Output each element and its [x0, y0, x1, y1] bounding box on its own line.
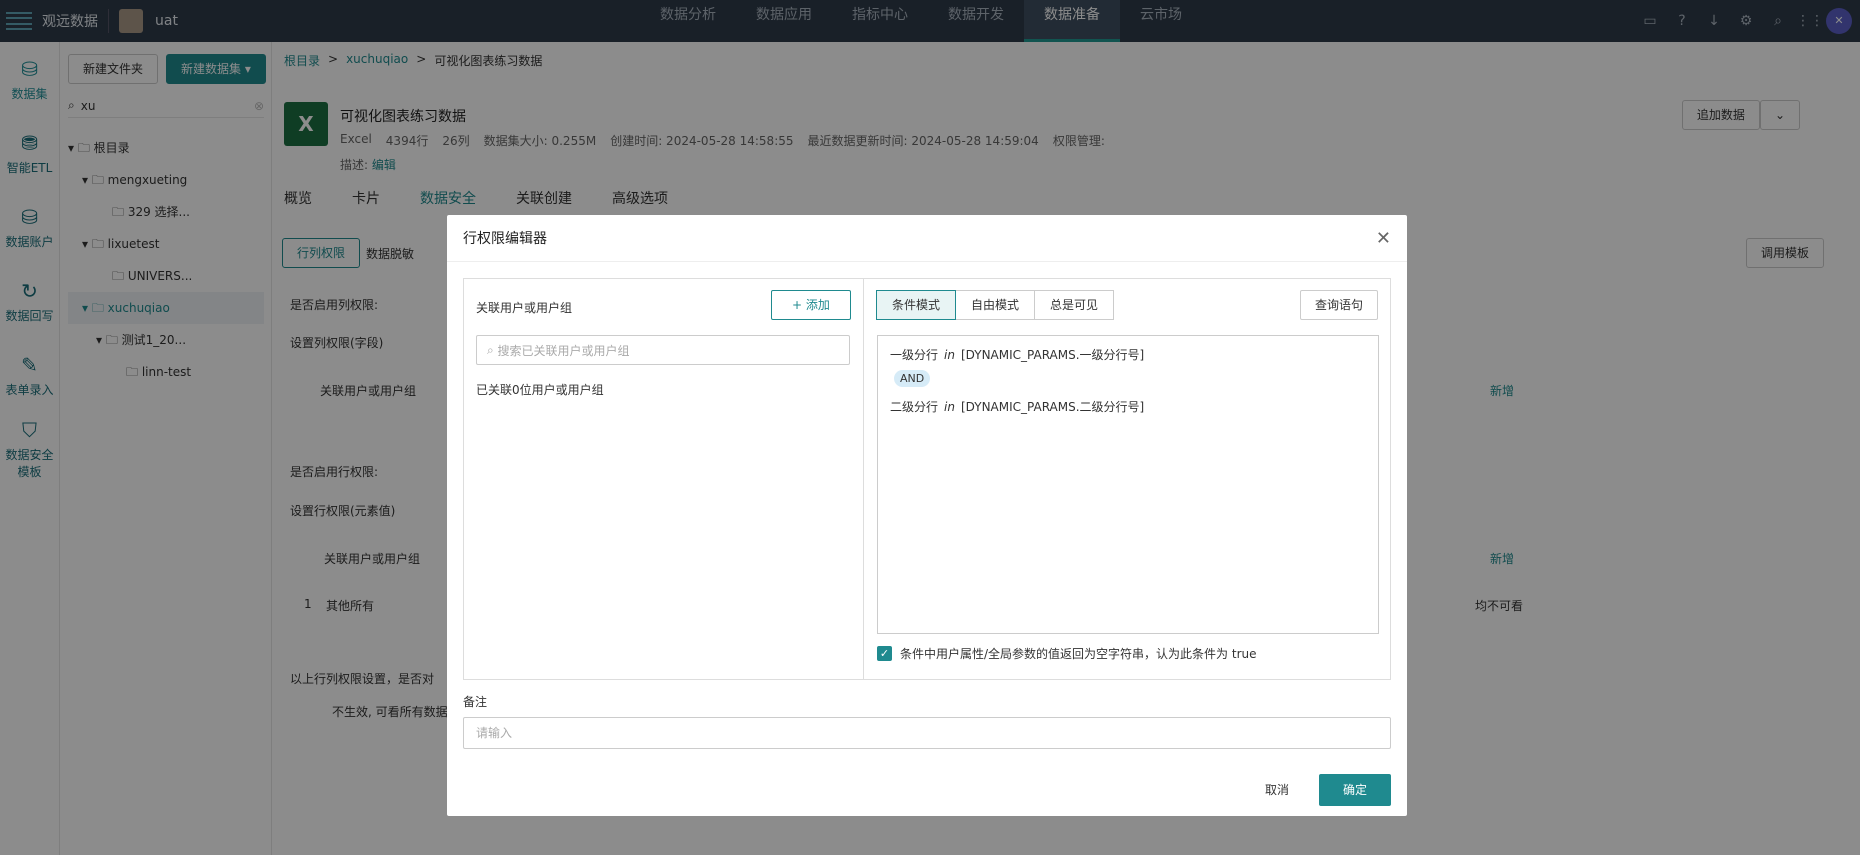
mode-always[interactable]: 总是可见 — [1034, 290, 1115, 320]
assoc-header: 关联用户或用户组 — [476, 301, 573, 315]
mode-switch: 条件模式 自由模式 总是可见 — [876, 290, 1115, 320]
mode-condition[interactable]: 条件模式 — [876, 290, 957, 320]
condition-row[interactable]: 二级分行 in [DYNAMIC_PARAMS.二级分行号] — [890, 398, 1144, 415]
mode-free[interactable]: 自由模式 — [955, 290, 1036, 320]
editor-pane: 关联用户或用户组 + 添加 ⌕ 搜索已关联用户或用户组 已关联0位用户或用户组 … — [463, 278, 1391, 680]
condition-row[interactable]: 一级分行 in [DYNAMIC_PARAMS.一级分行号] — [890, 346, 1144, 363]
cancel-button[interactable]: 取消 — [1245, 774, 1309, 806]
empty-true-checkbox[interactable]: ✓ 条件中用户属性/全局参数的值返回为空字符串，认为此条件为 true — [877, 645, 1257, 662]
check-icon: ✓ — [877, 646, 892, 661]
assoc-search-input[interactable]: ⌕ 搜索已关联用户或用户组 — [476, 335, 850, 365]
assoc-users-panel: 关联用户或用户组 + 添加 ⌕ 搜索已关联用户或用户组 已关联0位用户或用户组 — [464, 279, 864, 679]
query-button[interactable]: 查询语句 — [1299, 290, 1378, 320]
and-tag[interactable]: AND — [894, 370, 931, 387]
ok-button[interactable]: 确定 — [1318, 774, 1391, 806]
condition-panel: 条件模式 自由模式 总是可见 查询语句 一级分行 in [DYNAMIC_PARAM… — [865, 279, 1390, 679]
assoc-count: 已关联0位用户或用户组 — [476, 383, 604, 397]
close-icon[interactable]: ✕ — [1376, 228, 1391, 249]
remark-label: 备注 — [463, 695, 488, 709]
modal-title: 行权限编辑器 — [463, 231, 547, 247]
remark-input[interactable]: 请输入 — [463, 717, 1391, 749]
add-user-button[interactable]: + 添加 — [771, 290, 851, 320]
row-permission-editor: 行权限编辑器 ✕ 关联用户或用户组 + 添加 ⌕ 搜索已关联用户或用户组 已关联… — [447, 215, 1407, 816]
condition-box[interactable]: 一级分行 in [DYNAMIC_PARAMS.一级分行号] AND 二级分行 in[… — [877, 335, 1379, 634]
